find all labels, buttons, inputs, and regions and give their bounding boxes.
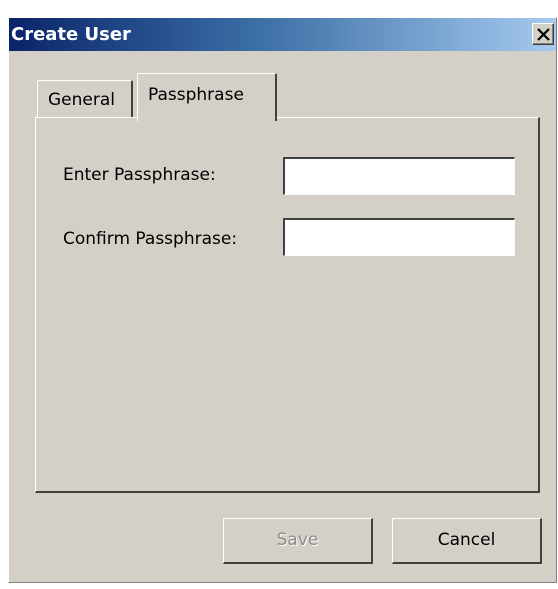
confirm-passphrase-label: Confirm Passphrase: — [63, 229, 238, 249]
confirm-passphrase-input[interactable] — [283, 218, 515, 256]
title-bar[interactable]: Create User — [9, 18, 556, 51]
cancel-button[interactable]: Cancel — [392, 518, 542, 564]
enter-passphrase-label: Enter Passphrase: — [63, 165, 216, 185]
passphrase-tab-panel: Enter Passphrase: Confirm Passphrase: — [35, 117, 540, 493]
dialog-title: Create User — [11, 24, 131, 45]
tab-passphrase[interactable]: Passphrase — [137, 73, 277, 121]
close-icon — [537, 28, 550, 41]
save-button[interactable]: Save — [223, 518, 373, 564]
enter-passphrase-input[interactable] — [283, 157, 515, 195]
create-user-dialog: Create User General Passphrase Enter Pas… — [8, 17, 557, 583]
close-button[interactable] — [532, 23, 554, 45]
tab-general[interactable]: General — [37, 80, 133, 118]
